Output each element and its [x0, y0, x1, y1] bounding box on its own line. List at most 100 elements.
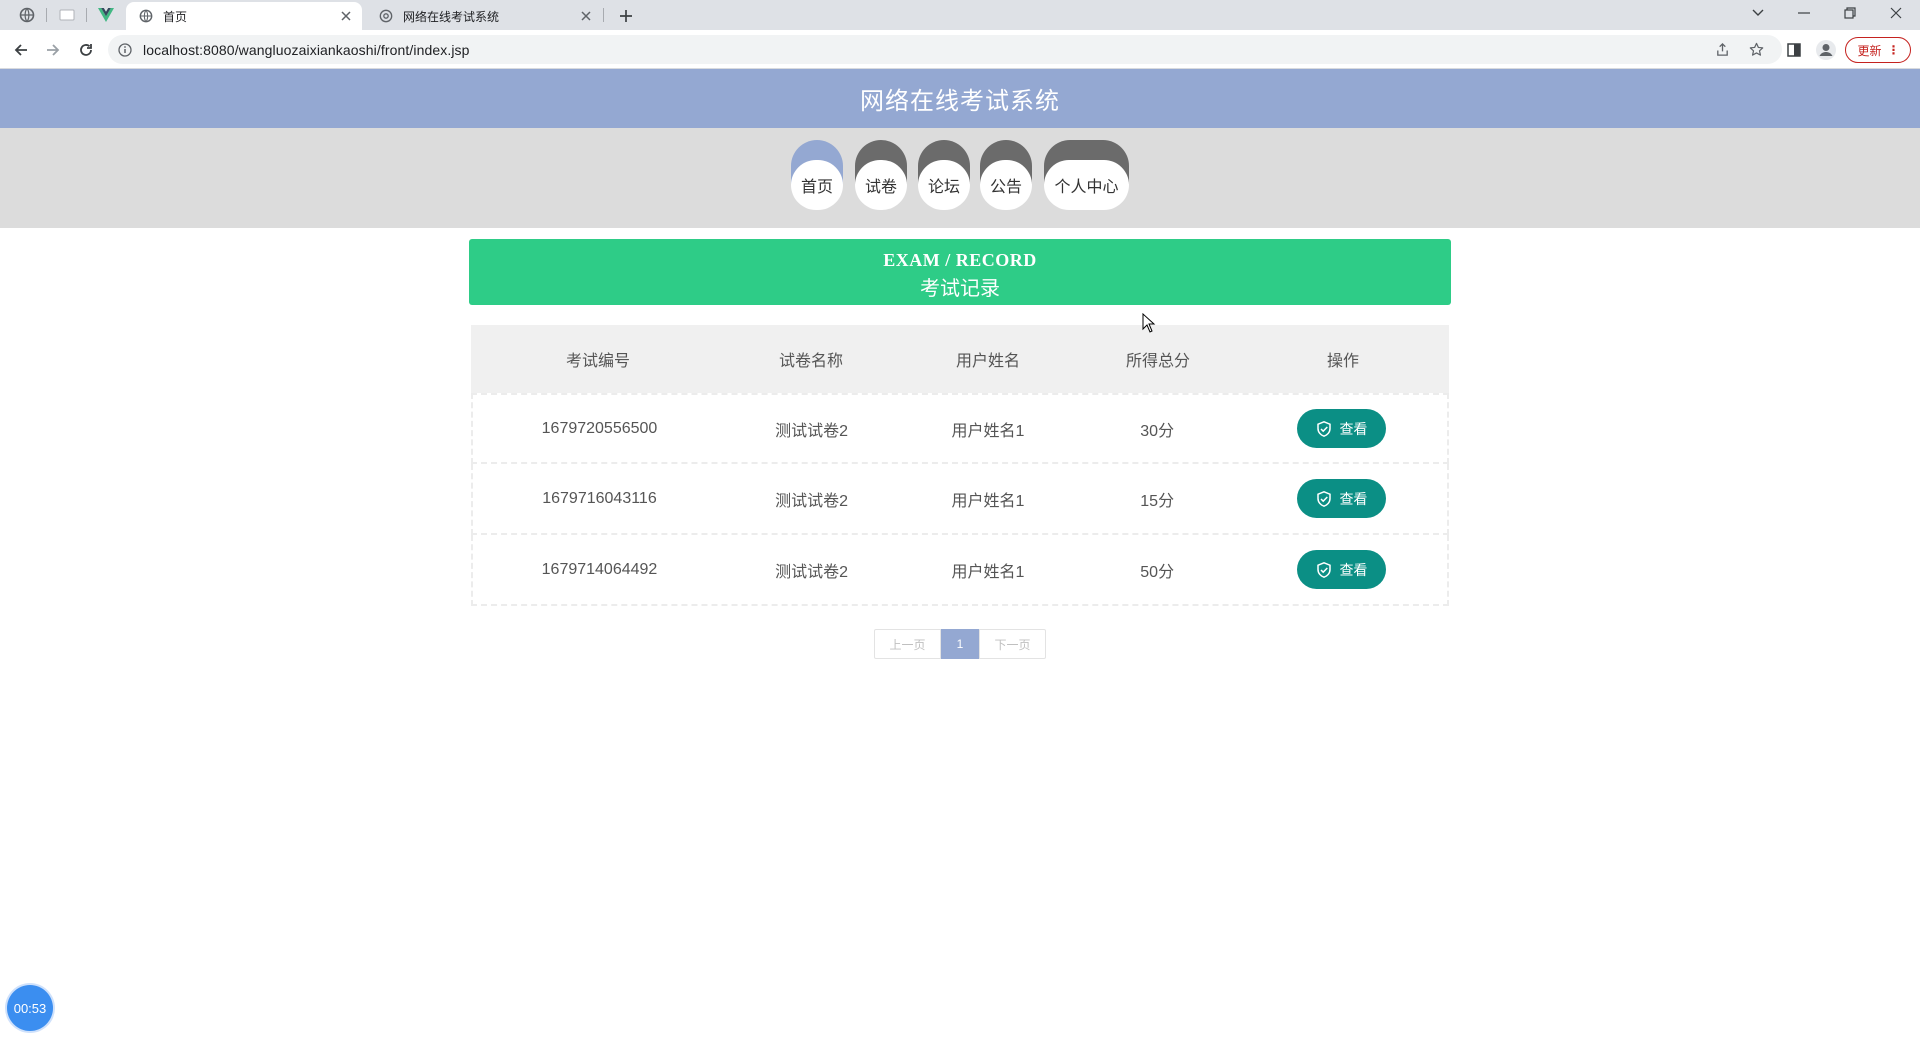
restore-icon — [1844, 7, 1856, 19]
tab-separator — [86, 8, 87, 22]
plus-icon — [620, 10, 632, 22]
tab-separator — [46, 8, 47, 22]
nav-item-label: 试卷 — [855, 160, 907, 210]
tab-search-button[interactable] — [1735, 0, 1781, 26]
cell-paper-name: 测试试卷2 — [775, 563, 849, 581]
column-header-action: 操作 — [1237, 347, 1449, 371]
bookmark-star-icon[interactable] — [1744, 35, 1768, 64]
cell-paper-name: 测试试卷2 — [775, 422, 849, 440]
shield-check-icon — [1317, 420, 1332, 437]
vue-logo-icon — [98, 8, 114, 22]
site-title: 网络在线考试系统 — [860, 88, 1060, 115]
pinned-tab-page[interactable] — [52, 4, 82, 26]
nav-item-notice[interactable]: 公告 — [980, 140, 1032, 212]
pinned-tab-vue[interactable] — [91, 4, 121, 26]
column-header-score: 所得总分 — [1125, 353, 1190, 370]
view-button-label: 查看 — [1339, 490, 1368, 507]
page-number-button[interactable]: 1 — [941, 629, 979, 659]
address-bar[interactable]: localhost:8080/wangluozaixiankaoshi/fron… — [108, 35, 1782, 64]
cell-action: 查看 — [1236, 409, 1447, 448]
tab-home[interactable]: 首页 — [126, 2, 362, 30]
minimize-button[interactable] — [1781, 0, 1827, 26]
table-row: 1679716043116 测试试卷2 用户姓名1 15分 查看 — [471, 464, 1449, 535]
pagination: 上一页 1 下一页 — [874, 629, 1046, 659]
cell-score: 15分 — [1140, 492, 1175, 510]
minimize-icon — [1798, 12, 1810, 14]
arrow-right-icon — [47, 44, 60, 56]
table-header: 考试编号 试卷名称 用户姓名 所得总分 操作 — [471, 325, 1449, 393]
tab-exam-system[interactable]: 网络在线考试系统 — [366, 2, 602, 30]
update-label: 更新 — [1857, 43, 1882, 58]
table-row: 1679714064492 测试试卷2 用户姓名1 50分 查看 — [471, 535, 1449, 606]
close-window-button[interactable] — [1873, 0, 1919, 26]
tab-title: 网络在线考试系统 — [403, 9, 500, 24]
cell-user-name: 用户姓名1 — [951, 563, 1025, 581]
avatar-icon — [1816, 40, 1836, 60]
cell-score: 30分 — [1140, 422, 1175, 440]
pinned-tab-globe[interactable] — [12, 4, 42, 26]
cell-exam-id: 1679716043116 — [542, 489, 657, 507]
view-button[interactable]: 查看 — [1296, 550, 1386, 589]
view-button[interactable]: 查看 — [1296, 479, 1386, 518]
globe-icon — [138, 8, 154, 24]
update-button[interactable]: 更新 ⋮ — [1845, 37, 1911, 63]
cell-user-name: 用户姓名1 — [951, 422, 1025, 440]
mouse-cursor-icon — [1142, 313, 1156, 333]
view-button-label: 查看 — [1339, 420, 1368, 437]
reload-icon — [80, 44, 92, 56]
nav-item-label: 个人中心 — [1044, 160, 1129, 210]
restore-button[interactable] — [1827, 0, 1873, 26]
arrow-left-icon — [14, 44, 27, 56]
tab-title: 首页 — [163, 9, 188, 24]
timer-badge[interactable]: 00:53 — [7, 985, 53, 1031]
globe-icon — [19, 7, 35, 23]
section-banner: EXAM / RECORD 考试记录 — [469, 239, 1451, 305]
side-panel-button[interactable] — [1781, 37, 1807, 63]
cell-exam-id: 1679720556500 — [541, 419, 658, 437]
share-icon[interactable] — [1710, 35, 1734, 64]
next-page-button[interactable]: 下一页 — [979, 629, 1046, 659]
forward-button[interactable] — [40, 37, 66, 63]
banner-title-en: EXAM / RECORD — [883, 250, 1037, 270]
nav-item-label: 首页 — [791, 160, 843, 210]
browser-tab-bar: 首页 网络在线考试系统 — [0, 0, 1920, 30]
chevron-down-icon — [1752, 9, 1764, 16]
browser-toolbar: localhost:8080/wangluozaixiankaoshi/fron… — [0, 30, 1920, 69]
site-header: 网络在线考试系统 — [0, 69, 1920, 128]
view-button[interactable]: 查看 — [1296, 409, 1386, 448]
shield-icon — [378, 8, 394, 24]
column-header-user-name: 用户姓名 — [955, 353, 1020, 370]
cell-user-name: 用户姓名1 — [951, 492, 1025, 510]
page-icon — [59, 9, 75, 21]
info-icon[interactable] — [117, 42, 133, 58]
profile-button[interactable] — [1813, 37, 1839, 63]
cell-action: 查看 — [1236, 550, 1447, 589]
prev-page-button[interactable]: 上一页 — [874, 629, 941, 659]
banner-title-cn: 考试记录 — [920, 278, 1000, 300]
column-header-exam-id: 考试编号 — [565, 353, 630, 370]
cell-paper-name: 测试试卷2 — [775, 492, 849, 510]
tab-separator — [603, 8, 604, 22]
shield-check-icon — [1317, 561, 1332, 578]
nav-item-profile[interactable]: 个人中心 — [1044, 140, 1129, 212]
cell-score: 50分 — [1140, 563, 1175, 581]
nav-item-home[interactable]: 首页 — [791, 140, 843, 212]
nav-item-papers[interactable]: 试卷 — [855, 140, 907, 212]
table-row: 1679720556500 测试试卷2 用户姓名1 30分 查看 — [471, 393, 1449, 464]
cell-action: 查看 — [1236, 479, 1447, 518]
back-button[interactable] — [8, 37, 34, 63]
nav-item-forum[interactable]: 论坛 — [918, 140, 970, 212]
url-text: localhost:8080/wangluozaixiankaoshi/fron… — [143, 41, 470, 58]
new-tab-button[interactable] — [614, 4, 638, 28]
close-icon[interactable] — [576, 6, 596, 26]
reload-button[interactable] — [73, 37, 99, 63]
column-header-action-label: 操作 — [1326, 353, 1359, 370]
cell-exam-id: 1679714064492 — [541, 560, 658, 578]
close-icon[interactable] — [336, 6, 356, 26]
side-panel-icon — [1787, 43, 1801, 57]
nav-item-label: 论坛 — [918, 160, 970, 210]
nav-item-label: 公告 — [980, 160, 1032, 210]
column-header-paper-name: 试卷名称 — [778, 353, 843, 370]
exam-record-table: 考试编号 试卷名称 用户姓名 所得总分 操作 1679720556500 测试试… — [471, 325, 1449, 606]
shield-check-icon — [1317, 490, 1332, 507]
